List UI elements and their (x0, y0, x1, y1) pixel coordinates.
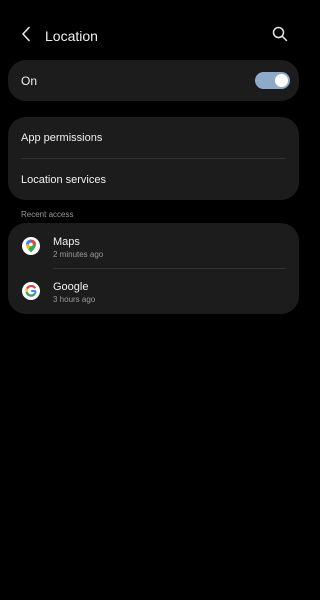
page-title: Location (45, 28, 98, 44)
access-time: 2 minutes ago (53, 250, 104, 259)
recent-access-card: Maps 2 minutes ago Google 3 hours ago (8, 223, 299, 314)
location-settings-card: App permissions Location services (8, 117, 299, 200)
divider (53, 268, 286, 269)
app-name: Maps (53, 236, 80, 248)
toggle-knob (275, 74, 288, 87)
recent-access-header: Recent access (21, 210, 74, 219)
app-permissions-item[interactable]: App permissions (21, 131, 102, 145)
app-name: Google (53, 281, 89, 293)
location-toggle[interactable] (255, 72, 290, 89)
switch-label: On (21, 74, 38, 88)
chevron-left-icon (20, 26, 32, 47)
google-icon (22, 282, 40, 300)
search-icon (272, 26, 288, 47)
back-button[interactable] (14, 24, 38, 48)
google-maps-icon (22, 237, 40, 255)
location-master-switch-card[interactable]: On (8, 60, 299, 101)
location-services-item[interactable]: Location services (21, 173, 106, 187)
search-button[interactable] (268, 24, 292, 48)
divider (21, 158, 286, 159)
access-time: 3 hours ago (53, 295, 96, 304)
